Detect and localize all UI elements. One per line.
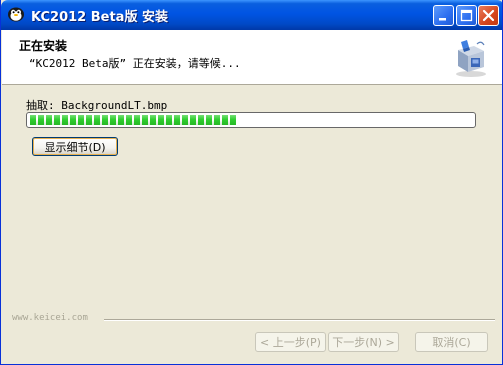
installer-box-icon bbox=[452, 38, 490, 78]
installer-window: KC2012 Beta版 安装 正在安装 “KC2012 Beta版” 正在安装… bbox=[0, 0, 503, 365]
page-subtitle: “KC2012 Beta版” 正在安装，请等候... bbox=[29, 57, 241, 70]
qq-penguin-icon bbox=[7, 6, 25, 22]
cancel-button[interactable]: 取消(C) bbox=[415, 332, 488, 352]
minimize-icon bbox=[439, 18, 446, 21]
window-title: KC2012 Beta版 安装 bbox=[31, 10, 168, 25]
install-progress-bar bbox=[26, 112, 476, 128]
back-button[interactable]: < 上一步(P) bbox=[255, 332, 326, 352]
close-button[interactable] bbox=[478, 5, 499, 26]
next-button[interactable]: 下一步(N) > bbox=[328, 332, 399, 352]
close-icon bbox=[482, 9, 495, 22]
title-bar[interactable]: KC2012 Beta版 安装 bbox=[1, 0, 502, 30]
footer-divider bbox=[104, 319, 495, 321]
maximize-button[interactable] bbox=[456, 5, 477, 26]
maximize-icon bbox=[460, 9, 473, 22]
progress-fill bbox=[30, 115, 236, 125]
minimize-button[interactable] bbox=[433, 5, 454, 26]
extract-status-label: 抽取: BackgroundLT.bmp bbox=[26, 99, 168, 112]
show-details-button[interactable]: 显示细节(D) bbox=[32, 137, 118, 156]
header-panel: 正在安装 “KC2012 Beta版” 正在安装，请等候... bbox=[2, 30, 502, 85]
brand-label: www.keicei.com bbox=[12, 313, 88, 323]
page-title: 正在安装 bbox=[19, 39, 68, 53]
